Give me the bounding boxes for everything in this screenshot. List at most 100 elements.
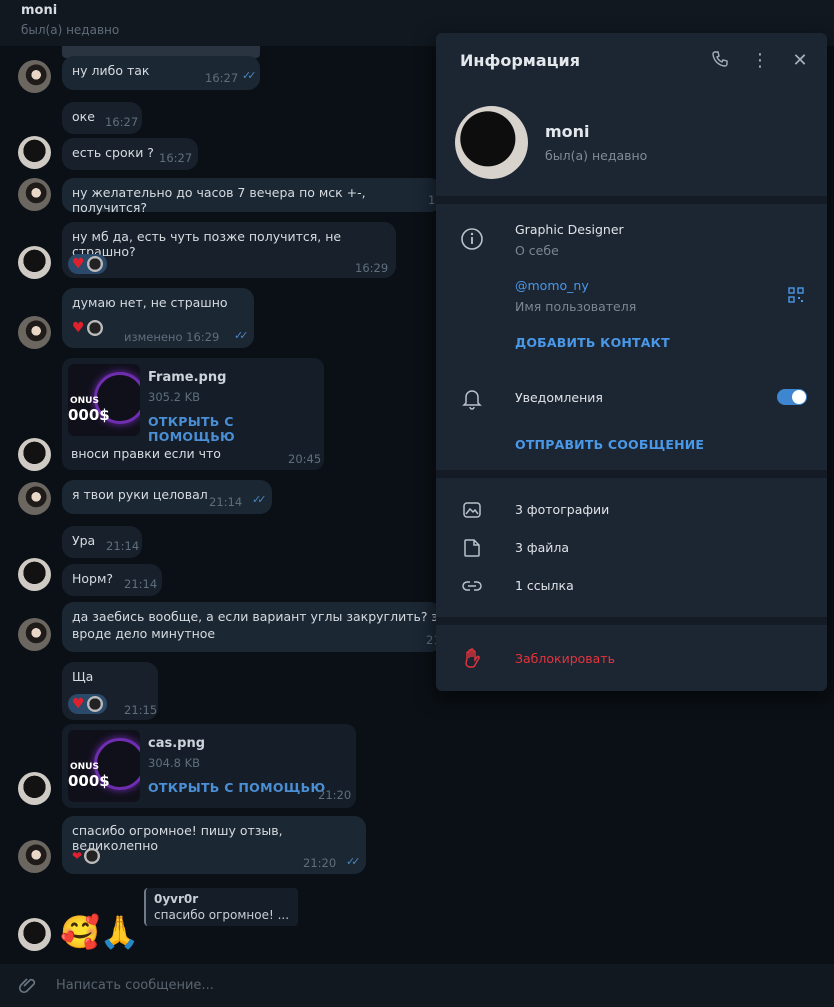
username-text[interactable]: @momo_ny [515, 278, 589, 293]
avatar[interactable] [18, 178, 51, 211]
message-time: 20:45 [288, 452, 322, 466]
file-message[interactable]: ONUS 000$ Frame.png 305.2 KB ОТКРЫТЬ С П… [62, 358, 324, 470]
notifications-toggle[interactable] [777, 389, 807, 405]
avatar[interactable] [18, 316, 51, 349]
bell-icon [460, 386, 484, 410]
avatar[interactable] [18, 438, 51, 471]
message-bubble[interactable]: спасибо огромное! пишу отзыв, великолепн… [62, 816, 366, 874]
file-name: Frame.png [148, 370, 227, 385]
reply-preview[interactable]: 0yvr0r спасибо огромное! ... [144, 888, 298, 926]
block-hand-icon [460, 647, 484, 671]
phone-icon[interactable] [709, 50, 731, 72]
qr-code-icon[interactable] [788, 287, 804, 303]
reply-text: спасибо огромное! ... [154, 908, 290, 922]
link-icon [460, 575, 484, 599]
message-input[interactable]: Написать сообщение... [56, 978, 214, 993]
reaction[interactable]: ❤ [72, 848, 101, 864]
message-bubble[interactable]: оке 16:27 [62, 102, 142, 134]
divider [436, 617, 827, 625]
message-bubble[interactable]: ну мб да, есть чуть позже получится, не … [62, 222, 396, 278]
chat-title: moni [21, 3, 58, 18]
links-link[interactable]: 1 ссылка [515, 578, 574, 593]
message-time: 16:27 [105, 115, 139, 129]
heart-icon: ♥ [72, 696, 85, 712]
message-bubble[interactable]: думаю нет, не страшно ♥ изменено 16:29 ✓… [62, 288, 254, 348]
reaction[interactable]: ♥ [72, 320, 103, 336]
read-check-icon: ✓✓ [252, 493, 267, 506]
open-with-button[interactable]: ОТКРЫТЬ С ПОМОЩЬЮ [148, 780, 325, 795]
message-text: да заебись вообще, а если вариант углы з… [72, 609, 469, 624]
message-text: ну либо так [72, 63, 150, 78]
close-icon[interactable]: ✕ [789, 50, 811, 72]
attach-icon[interactable] [18, 976, 38, 996]
message-bubble[interactable]: ну либо так 16:27 ✓✓ [62, 56, 260, 90]
profile-name: moni [545, 122, 590, 141]
message-text: ну желательно до часов 7 вечера по мск +… [72, 185, 366, 215]
reactor-avatar [86, 256, 103, 272]
files-link[interactable]: 3 файла [515, 540, 569, 555]
file-thumbnail[interactable]: ONUS 000$ [68, 730, 140, 802]
notifications-label: Уведомления [515, 390, 603, 405]
message-text-line2: вроде дело минутное [72, 626, 216, 641]
file-name: cas.png [148, 736, 206, 751]
message-bubble[interactable]: да заебись вообще, а если вариант углы з… [62, 602, 469, 652]
avatar[interactable] [18, 772, 51, 805]
message-text: вноси правки если что [71, 446, 221, 461]
message-time: 16:29 [355, 261, 389, 275]
message-time: 16:27 [205, 71, 239, 85]
message-bubble[interactable]: Ура 21:14 [62, 526, 142, 558]
message-text: думаю нет, не страшно [72, 295, 228, 310]
message-composer[interactable]: Написать сообщение... [0, 964, 834, 1007]
message-text: оке [72, 109, 95, 124]
message-text: ну мб да, есть чуть позже получится, не … [72, 229, 342, 259]
message-text: Норм? [72, 571, 114, 586]
message-time: изменено 16:29 [124, 330, 220, 344]
username-label: Имя пользователя [515, 299, 637, 314]
heart-icon: ♥ [72, 256, 85, 272]
photos-link[interactable]: 3 фотографии [515, 502, 609, 517]
message-bubble[interactable]: Ща ♥ 21:15 [62, 662, 158, 720]
message-time: 21:20 [303, 856, 337, 870]
file-thumbnail[interactable]: ONUS 000$ [68, 364, 140, 436]
avatar[interactable] [18, 60, 51, 93]
avatar[interactable] [18, 136, 51, 169]
message-bubble[interactable]: Норм? 21:14 [62, 564, 162, 596]
read-check-icon: ✓✓ [242, 69, 257, 82]
message-time: 21:14 [209, 495, 243, 509]
send-message-button[interactable]: ОТПРАВИТЬ СООБЩЕНИЕ [515, 437, 704, 452]
open-with-button[interactable]: ОТКРЫТЬ С ПОМОЩЬЮ [148, 414, 324, 444]
message-time: 21:15 [124, 703, 158, 717]
avatar[interactable] [18, 918, 51, 951]
message-bubble[interactable]: ну желательно до часов 7 вечера по мск +… [62, 178, 443, 215]
profile-avatar[interactable] [455, 106, 528, 179]
avatar[interactable] [18, 840, 51, 873]
message-bubble[interactable]: я твои руки целовал 21:14 ✓✓ [62, 480, 272, 514]
bio-text[interactable]: Graphic Designer [515, 222, 624, 237]
reactor-avatar [86, 696, 103, 712]
info-panel[interactable]: Информация ⋮ ✕ moni был(а) недавно Graph… [436, 33, 827, 691]
emoji-message[interactable]: 🥰🙏 [60, 912, 140, 952]
avatar[interactable] [18, 558, 51, 591]
bio-label: О себе [515, 243, 559, 258]
reply-author: 0yvr0r [154, 892, 199, 906]
heart-icon: ♥ [72, 320, 85, 336]
avatar[interactable] [18, 618, 51, 651]
more-options-icon[interactable]: ⋮ [749, 50, 771, 72]
file-message[interactable]: ONUS 000$ cas.png 304.8 KB ОТКРЫТЬ С ПОМ… [62, 724, 356, 808]
message-time: 21:14 [124, 577, 158, 591]
reaction[interactable]: ♥ [68, 694, 107, 714]
info-icon [460, 227, 484, 251]
reaction[interactable]: ♥ [68, 254, 107, 274]
file-icon [460, 537, 484, 561]
block-button[interactable]: Заблокировать [515, 651, 615, 666]
message-bubble[interactable]: есть сроки ? 16:27 [62, 138, 198, 170]
message-text: Ща [72, 669, 94, 684]
avatar[interactable] [18, 246, 51, 279]
heart-icon: ❤ [72, 849, 83, 863]
photo-icon [460, 499, 484, 523]
message-time: 16:27 [159, 151, 193, 165]
add-contact-button[interactable]: ДОБАВИТЬ КОНТАКТ [515, 335, 670, 350]
reactor-avatar [84, 848, 101, 864]
file-size: 304.8 KB [148, 756, 201, 770]
avatar[interactable] [18, 482, 51, 515]
